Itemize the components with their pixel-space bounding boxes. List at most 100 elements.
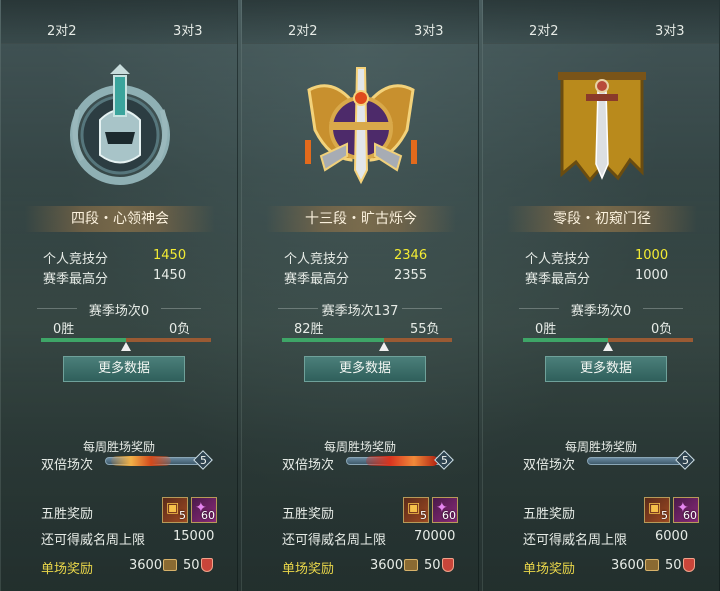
reward-item-gem[interactable]: ✦ 60 <box>673 497 699 523</box>
weekly-limit-value: 15000 <box>173 529 215 544</box>
double-count: 5 <box>200 454 207 467</box>
reward-item-chest[interactable]: ▣ 5 <box>162 497 188 523</box>
season-high-label: 赛季最高分 <box>525 272 591 287</box>
win-fill <box>282 338 384 342</box>
weekly-limit-label: 还可得威名周上限 <box>41 533 146 548</box>
item-count: 60 <box>442 509 456 522</box>
double-glow <box>111 456 171 466</box>
double-track <box>587 457 683 465</box>
rank-panel-3: 2对2 3对3 零段・初窥门径 个人竞技分 1000 赛季最高分 1000 赛季… <box>482 0 720 591</box>
item-count: 5 <box>179 509 186 522</box>
mode-tabs: 2对2 3对3 <box>242 0 478 44</box>
personal-score-label: 个人竞技分 <box>284 252 350 267</box>
tab-2v2[interactable]: 2对2 <box>529 20 559 39</box>
more-data-button[interactable]: 更多数据 <box>545 356 667 382</box>
single-points: 50 <box>665 558 682 573</box>
personal-score-value: 2346 <box>394 248 428 263</box>
shield-icon <box>442 558 454 572</box>
shield-icon <box>683 558 695 572</box>
more-data-button[interactable]: 更多数据 <box>63 356 185 382</box>
season-high-label: 赛季最高分 <box>43 272 109 287</box>
personal-score-value: 1450 <box>153 248 187 263</box>
shield-icon <box>201 558 213 572</box>
single-reward-label: 单场奖励 <box>41 562 94 577</box>
five-win-label: 五胜奖励 <box>282 507 335 522</box>
win-loss-bar <box>523 338 693 351</box>
reward-item-gem[interactable]: ✦ 60 <box>191 497 217 523</box>
personal-score-label: 个人竞技分 <box>525 252 591 267</box>
season-high-label: 赛季最高分 <box>284 272 350 287</box>
double-label: 双倍场次 <box>523 458 576 473</box>
personal-score-value: 1000 <box>635 248 669 263</box>
losses-count: 0负 <box>169 322 191 337</box>
arena-stage: 2对2 3对3 四段・心领神会 个人竞技分 1450 赛季最高分 1450 赛季… <box>0 0 720 591</box>
silver-helmet-emblem-icon <box>60 60 180 190</box>
personal-score-label: 个人竞技分 <box>43 252 109 267</box>
weekly-limit-value: 70000 <box>414 529 456 544</box>
season-high-value: 1000 <box>635 268 669 283</box>
rank-title: 十三段・旷古烁今 <box>266 206 456 232</box>
weekly-limit-label: 还可得威名周上限 <box>523 533 628 548</box>
five-win-label: 五胜奖励 <box>523 507 576 522</box>
chest-icon: ▣ <box>166 500 180 516</box>
item-count: 5 <box>420 509 427 522</box>
season-matches: 赛季场次0 <box>483 300 719 319</box>
double-progress: 5 <box>346 450 454 470</box>
win-fill <box>41 338 126 342</box>
mode-tabs: 2对2 3对3 <box>1 0 237 44</box>
wins-count: 0胜 <box>535 322 557 337</box>
mode-tabs: 2对2 3对3 <box>483 0 719 44</box>
single-reward-label: 单场奖励 <box>523 562 576 577</box>
reward-item-gem[interactable]: ✦ 60 <box>432 497 458 523</box>
rank-title: 四段・心领神会 <box>25 206 215 232</box>
banner-sword-emblem-icon <box>542 60 662 190</box>
double-label: 双倍场次 <box>282 458 335 473</box>
wins-count: 0胜 <box>53 322 75 337</box>
season-matches: 赛季场次137 <box>242 300 478 319</box>
tab-3v3[interactable]: 3对3 <box>414 20 444 39</box>
rank-title: 零段・初窥门径 <box>507 206 697 232</box>
coin-icon <box>404 559 418 571</box>
weekly-limit-label: 还可得威名周上限 <box>282 533 387 548</box>
win-loss-bar <box>41 338 211 351</box>
gold-winged-sword-emblem-icon <box>301 60 421 190</box>
more-data-button[interactable]: 更多数据 <box>304 356 426 382</box>
win-fill <box>523 338 608 342</box>
tab-3v3[interactable]: 3对3 <box>655 20 685 39</box>
season-high-value: 1450 <box>153 268 187 283</box>
chest-icon: ▣ <box>648 500 662 516</box>
single-coins: 3600 <box>370 558 404 573</box>
double-progress: 5 <box>105 450 213 470</box>
weekly-limit-value: 6000 <box>655 529 689 544</box>
chest-icon: ▣ <box>407 500 421 516</box>
ratio-marker-icon <box>603 342 613 351</box>
rank-panel-2: 2对2 3对3 十三段・旷古烁今 个人竞技分 2346 赛季最高分 2355 赛… <box>241 0 479 591</box>
single-coins: 3600 <box>129 558 163 573</box>
tab-2v2[interactable]: 2对2 <box>47 20 77 39</box>
win-loss-bar <box>282 338 452 351</box>
wins-count: 82胜 <box>294 322 324 337</box>
double-count: 5 <box>441 454 448 467</box>
double-label: 双倍场次 <box>41 458 94 473</box>
coin-icon <box>645 559 659 571</box>
item-count: 60 <box>201 509 215 522</box>
item-count: 5 <box>661 509 668 522</box>
single-points: 50 <box>424 558 441 573</box>
tab-3v3[interactable]: 3对3 <box>173 20 203 39</box>
season-matches: 赛季场次0 <box>1 300 237 319</box>
double-count: 5 <box>682 454 689 467</box>
reward-item-chest[interactable]: ▣ 5 <box>644 497 670 523</box>
ratio-marker-icon <box>121 342 131 351</box>
tab-2v2[interactable]: 2对2 <box>288 20 318 39</box>
item-count: 60 <box>683 509 697 522</box>
single-reward-label: 单场奖励 <box>282 562 335 577</box>
reward-item-chest[interactable]: ▣ 5 <box>403 497 429 523</box>
losses-count: 55负 <box>410 322 440 337</box>
double-glow <box>366 456 438 466</box>
single-coins: 3600 <box>611 558 645 573</box>
rank-panel-1: 2对2 3对3 四段・心领神会 个人竞技分 1450 赛季最高分 1450 赛季… <box>0 0 238 591</box>
season-high-value: 2355 <box>394 268 428 283</box>
five-win-label: 五胜奖励 <box>41 507 94 522</box>
double-progress: 5 <box>587 450 695 470</box>
ratio-marker-icon <box>379 342 389 351</box>
